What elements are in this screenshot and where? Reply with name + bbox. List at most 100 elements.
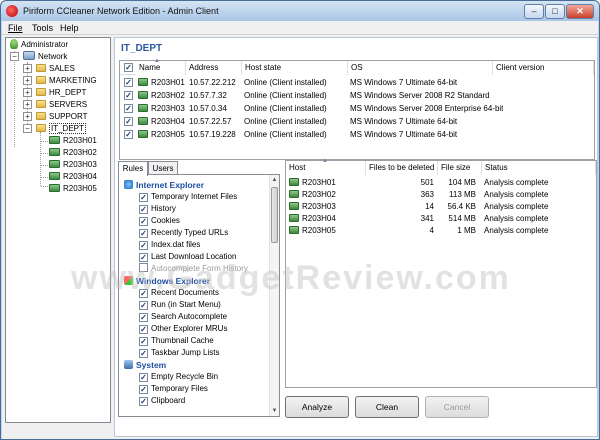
client-state: Online (Client installed) (244, 91, 327, 100)
result-row[interactable]: R203H04 341 514 MB Analysis complete (286, 213, 596, 225)
computer-icon (49, 184, 60, 192)
result-host: R203H01 (302, 178, 336, 187)
menu-tools[interactable]: Tools (32, 23, 53, 33)
group-expander-sales[interactable]: + (23, 64, 32, 73)
tree-node-network[interactable]: Network (23, 51, 67, 62)
minimize-button[interactable]: – (524, 4, 544, 19)
rule-checkbox[interactable]: ✓ (139, 229, 148, 238)
rule-item[interactable]: ✓ Empty Recycle Bin (139, 371, 218, 383)
maximize-button[interactable]: □ (545, 4, 565, 19)
cancel-button[interactable]: Cancel (425, 396, 489, 418)
clients-row[interactable]: ✓ R203H04 10.57.22.57 Online (Client ins… (120, 115, 594, 128)
rule-item[interactable]: ✓ Search Autocomplete (139, 311, 227, 323)
menu-help[interactable]: Help (60, 23, 79, 33)
rule-item[interactable]: ✓ Taskbar Jump Lists (139, 347, 219, 359)
rule-checkbox[interactable]: ✓ (139, 397, 148, 406)
title-bar[interactable]: Piriform CCleaner Network Edition - Admi… (1, 1, 599, 21)
scroll-down-icon[interactable]: ▼ (271, 407, 278, 415)
close-button[interactable]: ✕ (566, 4, 594, 19)
analyze-button[interactable]: Analyze (285, 396, 349, 418)
rule-checkbox[interactable]: ✓ (139, 349, 148, 358)
menu-file[interactable]: File (8, 23, 23, 33)
column-header-client-version[interactable]: Client version (493, 61, 594, 75)
tree-machine-r203h05[interactable]: R203H05 (49, 183, 97, 194)
column-header-file-size[interactable]: File size (438, 161, 482, 175)
tree-machine-r203h03[interactable]: R203H03 (49, 159, 97, 170)
tree-group-servers[interactable]: SERVERS (36, 99, 87, 110)
rule-checkbox[interactable]: ✓ (139, 205, 148, 214)
scrollbar-thumb[interactable] (271, 187, 278, 243)
rule-checkbox[interactable]: ✓ (139, 217, 148, 226)
rule-item[interactable]: ✓ Run (in Start Menu) (139, 299, 221, 311)
tree-root-administrator[interactable]: Administrator (10, 39, 68, 50)
tab-rules[interactable]: Rules (118, 161, 148, 176)
rule-item[interactable]: ✓ Cookies (139, 215, 180, 227)
result-row[interactable]: R203H02 363 113 MB Analysis complete (286, 189, 596, 201)
client-checkbox[interactable]: ✓ (124, 117, 133, 126)
rule-checkbox[interactable]: ✓ (139, 337, 148, 346)
clients-row[interactable]: ✓ R203H03 10.57.0.34 Online (Client inst… (120, 102, 594, 115)
tree-machine-r203h04[interactable]: R203H04 (49, 171, 97, 182)
tree-machine-r203h02[interactable]: R203H02 (49, 147, 97, 158)
client-state: Online (Client installed) (244, 78, 327, 87)
app-window: Piriform CCleaner Network Edition - Admi… (0, 0, 600, 440)
tree-group-sales[interactable]: SALES (36, 63, 75, 74)
client-checkbox[interactable]: ✓ (124, 78, 133, 87)
clients-row[interactable]: ✓ R203H01 10.57.22.212 Online (Client in… (120, 76, 594, 89)
column-header-host-state[interactable]: Host state (242, 61, 348, 75)
rule-item[interactable]: ✓ Recently Typed URLs (139, 227, 228, 239)
rule-item[interactable]: ✓ Temporary Files (139, 383, 208, 395)
sort-ascending-icon: ▲ (322, 158, 328, 164)
result-row[interactable]: R203H01 501 104 MB Analysis complete (286, 177, 596, 189)
system-icon (124, 360, 133, 369)
tree-group-support[interactable]: SUPPORT (36, 111, 88, 122)
client-name: R203H03 (151, 104, 185, 113)
group-expander-servers[interactable]: + (23, 100, 32, 109)
rule-checkbox[interactable]: ✓ (139, 385, 148, 394)
rule-item[interactable]: ✓ History (139, 203, 176, 215)
rule-checkbox[interactable]: ✓ (139, 325, 148, 334)
tree-group-marketing[interactable]: MARKETING (36, 75, 97, 86)
computer-icon (289, 190, 299, 198)
tree-group-it-dept[interactable]: IT_DEPT (36, 123, 86, 134)
group-expander-hr-dept[interactable]: + (23, 88, 32, 97)
network-expander[interactable]: − (10, 52, 19, 61)
tree-machine-r203h01[interactable]: R203H01 (49, 135, 97, 146)
client-checkbox[interactable]: ✓ (124, 130, 133, 139)
column-header-status[interactable]: Status (482, 161, 596, 175)
rule-item[interactable]: ✓ Clipboard (139, 395, 185, 407)
rule-item[interactable]: ✓ Index.dat files (139, 239, 200, 251)
client-checkbox[interactable]: ✓ (124, 104, 133, 113)
group-expander-support[interactable]: + (23, 112, 32, 121)
rule-checkbox[interactable]: ✓ (139, 193, 148, 202)
computer-icon (289, 178, 299, 186)
group-expander-it-dept[interactable]: − (23, 124, 32, 133)
rule-checkbox[interactable]: ✓ (139, 241, 148, 250)
column-header-files[interactable]: Files to be deleted (366, 161, 438, 175)
select-all-checkbox[interactable]: ✓ (124, 63, 133, 72)
computer-icon (138, 104, 148, 112)
column-header-address[interactable]: Address (186, 61, 242, 75)
tab-users[interactable]: Users (148, 161, 178, 175)
result-row[interactable]: R203H03 14 56.4 KB Analysis complete (286, 201, 596, 213)
rule-checkbox[interactable]: ✓ (139, 301, 148, 310)
rule-item[interactable]: ✓ Thumbnail Cache (139, 335, 214, 347)
result-row[interactable]: R203H05 4 1 MB Analysis complete (286, 225, 596, 237)
column-header-os[interactable]: OS (348, 61, 493, 75)
clean-button[interactable]: Clean (355, 396, 419, 418)
result-host-cell: R203H02 (289, 189, 336, 201)
network-tree[interactable]: Administrator − Network + SALES + MARKET… (5, 37, 111, 423)
rule-item[interactable]: ✓ Other Explorer MRUs (139, 323, 227, 335)
column-header-name[interactable]: Name (136, 61, 186, 75)
rule-checkbox[interactable]: ✓ (139, 373, 148, 382)
group-expander-marketing[interactable]: + (23, 76, 32, 85)
rule-item[interactable]: ✓ Temporary Internet Files (139, 191, 237, 203)
client-checkbox[interactable]: ✓ (124, 91, 133, 100)
clients-row[interactable]: ✓ R203H02 10.57.7.32 Online (Client inst… (120, 89, 594, 102)
tree-group-hr-dept[interactable]: HR_DEPT (36, 87, 86, 98)
clients-row[interactable]: ✓ R203H05 10.57.19.228 Online (Client in… (120, 128, 594, 141)
scroll-up-icon[interactable]: ▲ (271, 176, 278, 184)
rule-checkbox[interactable]: ✓ (139, 313, 148, 322)
client-address: 10.57.22.212 (189, 78, 236, 87)
client-os: MS Windows Server 2008 R2 Standard (350, 91, 490, 100)
